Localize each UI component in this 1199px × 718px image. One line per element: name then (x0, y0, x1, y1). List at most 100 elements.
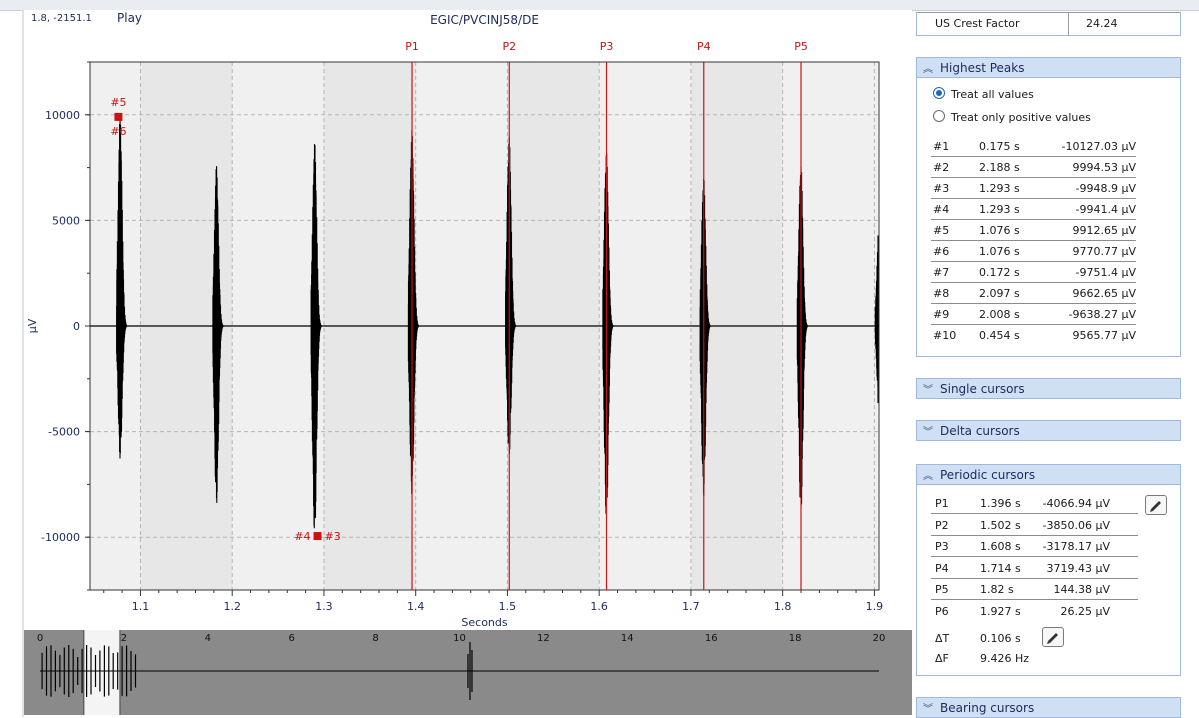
periodic-cursor-label[interactable]: P2 (502, 40, 516, 53)
periodic-cursor-label[interactable]: P1 (405, 40, 419, 53)
edit-delta-button[interactable] (1042, 627, 1064, 647)
periodic-time: 1.396 s (980, 497, 1021, 510)
overview-tick-label: 14 (621, 633, 634, 644)
peak-value: 9662.65 µV (1072, 287, 1136, 300)
cursor-coordinates: 1.8, -2151.1 (31, 13, 92, 24)
periodic-value: 144.38 µV (1053, 583, 1110, 596)
waveform-chart[interactable]: 1.1 1.2 1.3 1.4 1.5 1.6 1.7 1.8 1.9 10000 5000 0 -50… (24, 10, 912, 630)
peak-row: #10 0.454 s 9565.77 µV (931, 325, 1136, 346)
expand-icon: ︾ (923, 427, 933, 438)
x-tick-label: 1.2 (223, 600, 241, 613)
peak-marker[interactable] (114, 112, 123, 121)
y-tick-label: 5000 (52, 214, 80, 227)
bearing-cursors-header[interactable]: ︾ Bearing cursors (916, 697, 1181, 718)
y-tick-label: -5000 (48, 426, 80, 439)
peak-marker-label: #3 (325, 530, 341, 543)
treat-all-label: Treat all values (951, 88, 1034, 101)
peak-time: 0.454 s (979, 329, 1020, 342)
delta-cursors-header[interactable]: ︾ Delta cursors (916, 420, 1181, 441)
delta-cursors-title: Delta cursors (940, 424, 1020, 438)
periodic-label: P2 (935, 518, 949, 532)
treat-positive-radio[interactable] (933, 110, 945, 122)
bearing-cursors-title: Bearing cursors (940, 701, 1035, 715)
periodic-value: -3850.06 µV (1042, 518, 1110, 532)
overview-chart[interactable]: 0 2 4 6 8 10 12 14 16 18 20 (24, 630, 912, 715)
peak-value: -9638.27 µV (1068, 308, 1136, 321)
expand-icon: ︾ (923, 704, 933, 715)
overview-tick-label: 0 (37, 633, 43, 644)
x-tick-label: 1.5 (499, 600, 517, 613)
single-cursors-header[interactable]: ︾ Single cursors (916, 378, 1181, 399)
treat-all-radio[interactable] (933, 87, 945, 99)
periodic-row: P4 1.714 s 3719.43 µV (931, 558, 1138, 579)
peak-row: #5 1.076 s 9912.65 µV (931, 220, 1136, 241)
overview-tick-label: 4 (205, 633, 211, 644)
periodic-label: P3 (935, 540, 949, 553)
peak-value: -9948.9 µV (1075, 182, 1136, 195)
overview-strip[interactable]: 0 2 4 6 8 10 12 14 16 18 20 (24, 630, 912, 715)
x-tick-label: 1.4 (407, 600, 425, 613)
overview-tick-label: 10 (453, 633, 466, 644)
peak-rank: #10 (933, 329, 957, 342)
play-button[interactable]: Play (117, 11, 142, 25)
periodic-time: 1.608 s (980, 540, 1021, 553)
x-tick-label: 1.3 (315, 600, 333, 613)
periodic-row: P2 1.502 s -3850.06 µV (931, 515, 1138, 536)
peak-value: -10127.03 µV (1061, 140, 1136, 153)
x-tick-label: 1.6 (590, 600, 608, 613)
periodic-cursor-label[interactable]: P3 (600, 40, 614, 53)
collapse-icon: ︽ (923, 471, 933, 482)
peak-time: 0.172 s (979, 266, 1020, 279)
periodic-value: -4066.94 µV (1042, 497, 1110, 510)
x-axis-label: Seconds (461, 616, 507, 629)
peak-marker[interactable] (313, 532, 322, 541)
overview-tick-label: 12 (537, 633, 550, 644)
peak-time: 2.188 s (979, 161, 1020, 174)
x-tick-label: 1.7 (682, 600, 700, 613)
pencil-icon (1150, 501, 1161, 512)
peak-value: 9565.77 µV (1072, 329, 1136, 342)
x-tick-label: 1.8 (774, 600, 792, 613)
overview-tick-label: 16 (705, 633, 718, 644)
peak-rank: #5 (933, 224, 950, 237)
y-tick-label: 10000 (45, 109, 80, 122)
periodic-row: P1 1.396 s -4066.94 µV (931, 493, 1138, 514)
peak-rank: #4 (933, 203, 950, 216)
peak-row: #8 2.097 s 9662.65 µV (931, 283, 1136, 304)
y-tick-label: 0 (73, 320, 80, 333)
highest-peaks-panel: Treat all values Treat only positive val… (916, 78, 1181, 357)
edit-periodic-button[interactable] (1145, 495, 1167, 515)
delta-f-label: ΔF (935, 652, 949, 665)
periodic-cursor-label[interactable]: P4 (697, 40, 711, 53)
crest-factor-value: 24.24 (1086, 17, 1118, 30)
peak-value: -9751.4 µV (1075, 266, 1136, 279)
peak-value: 9994.53 µV (1072, 161, 1136, 174)
periodic-cursors-panel: P1 1.396 s -4066.94 µV P2 1.502 s -3850.06 µV… (916, 485, 1181, 676)
peak-row: #2 2.188 s 9994.53 µV (931, 157, 1136, 178)
overview-tick-label: 20 (873, 633, 886, 644)
periodic-value: 3719.43 µV (1046, 561, 1110, 575)
plot-area[interactable]: 1.1 1.2 1.3 1.4 1.5 1.6 1.7 1.8 1.9 10000 5000 0 -50… (24, 10, 912, 630)
periodic-table: P1 1.396 s -4066.94 µV P2 1.502 s -3850.06 µV… (917, 493, 1182, 623)
periodic-cursors-title: Periodic cursors (940, 468, 1036, 482)
overview-visible-window[interactable] (83, 630, 120, 715)
peak-rank: #6 (933, 245, 950, 258)
periodic-cursor-label[interactable]: P5 (794, 40, 808, 53)
peak-rank: #1 (933, 140, 950, 153)
delta-f-value: 9.426 Hz (980, 652, 1030, 665)
peak-marker-label: #5 (110, 96, 126, 109)
treat-positive-label: Treat only positive values (951, 111, 1091, 124)
overview-tick-label: 18 (789, 633, 802, 644)
periodic-label: P1 (935, 497, 949, 510)
highest-peaks-header[interactable]: ︽ Highest Peaks (916, 57, 1181, 78)
periodic-row: P5 1.82 s 144.38 µV (931, 579, 1138, 600)
peak-row: #1 0.175 s -10127.03 µV (931, 136, 1136, 157)
periodic-time: 1.714 s (980, 561, 1021, 575)
peak-value: 9912.65 µV (1072, 224, 1136, 237)
peak-time: 2.008 s (979, 308, 1020, 321)
periodic-cursors-header[interactable]: ︽ Periodic cursors (916, 464, 1181, 485)
highest-peaks-title: Highest Peaks (940, 61, 1025, 75)
expand-icon: ︾ (923, 385, 933, 396)
periodic-time: 1.502 s (980, 518, 1021, 532)
peak-row: #9 2.008 s -9638.27 µV (931, 304, 1136, 325)
